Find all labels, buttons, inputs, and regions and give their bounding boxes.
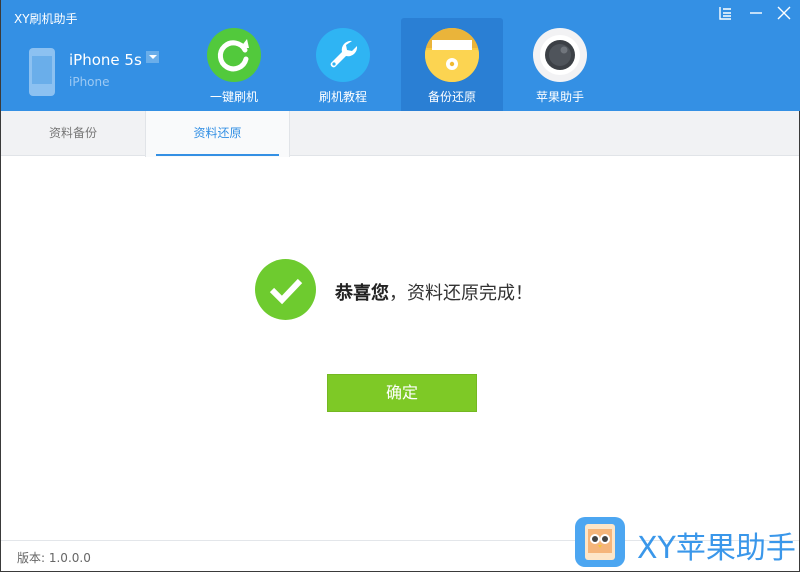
menu-list-icon[interactable] [714,6,736,26]
message-rest: ，资料还原完成！ [389,283,533,304]
header-bar: XY刷机助手 iPhone 5s iPhone 一键刷机 刷机教程 备份还原 苹… [1,0,800,111]
nav-label: 刷机教程 [318,90,367,104]
version-label: 版本: 1.0.0.0 [17,551,91,565]
nav-label: 一键刷机 [209,90,258,104]
check-circle-icon [255,259,316,320]
nav-label: 备份还原 [427,90,476,104]
status-bar: 版本: 1.0.0.0 [1,540,799,571]
app-window: XY刷机助手 iPhone 5s iPhone 一键刷机 刷机教程 备份还原 苹… [0,0,800,572]
app-title: XY刷机助手 [14,12,78,26]
refresh-icon [207,28,261,82]
tab-data-backup[interactable]: 资料备份 [1,111,145,156]
confirm-button[interactable]: 确定 [327,374,477,412]
active-tab-underline [156,154,279,156]
device-dropdown-button[interactable] [146,51,159,63]
nav-flash-tutorial[interactable]: 刷机教程 [292,18,394,111]
tab-bar: 资料备份 资料还原 [1,111,799,157]
nav-one-click-flash[interactable]: 一键刷机 [183,18,285,111]
nav-apple-assistant[interactable]: 苹果助手 [509,18,611,111]
wrench-icon [316,28,370,82]
nav-backup-restore[interactable]: 备份还原 [401,18,503,111]
device-type: iPhone [69,75,110,89]
device-name: iPhone 5s [69,51,142,69]
minimize-icon[interactable] [745,6,767,26]
nav-label: 苹果助手 [535,90,584,104]
camera-lens-icon [533,28,587,82]
message-bold: 恭喜您 [335,283,389,304]
close-icon[interactable] [773,6,795,26]
phone-icon [29,48,55,96]
message-text: 恭喜您，资料还原完成！ [335,279,533,305]
folder-disc-icon [425,28,479,82]
tab-data-restore[interactable]: 资料还原 [145,111,290,157]
tab-label: 资料还原 [193,126,242,140]
